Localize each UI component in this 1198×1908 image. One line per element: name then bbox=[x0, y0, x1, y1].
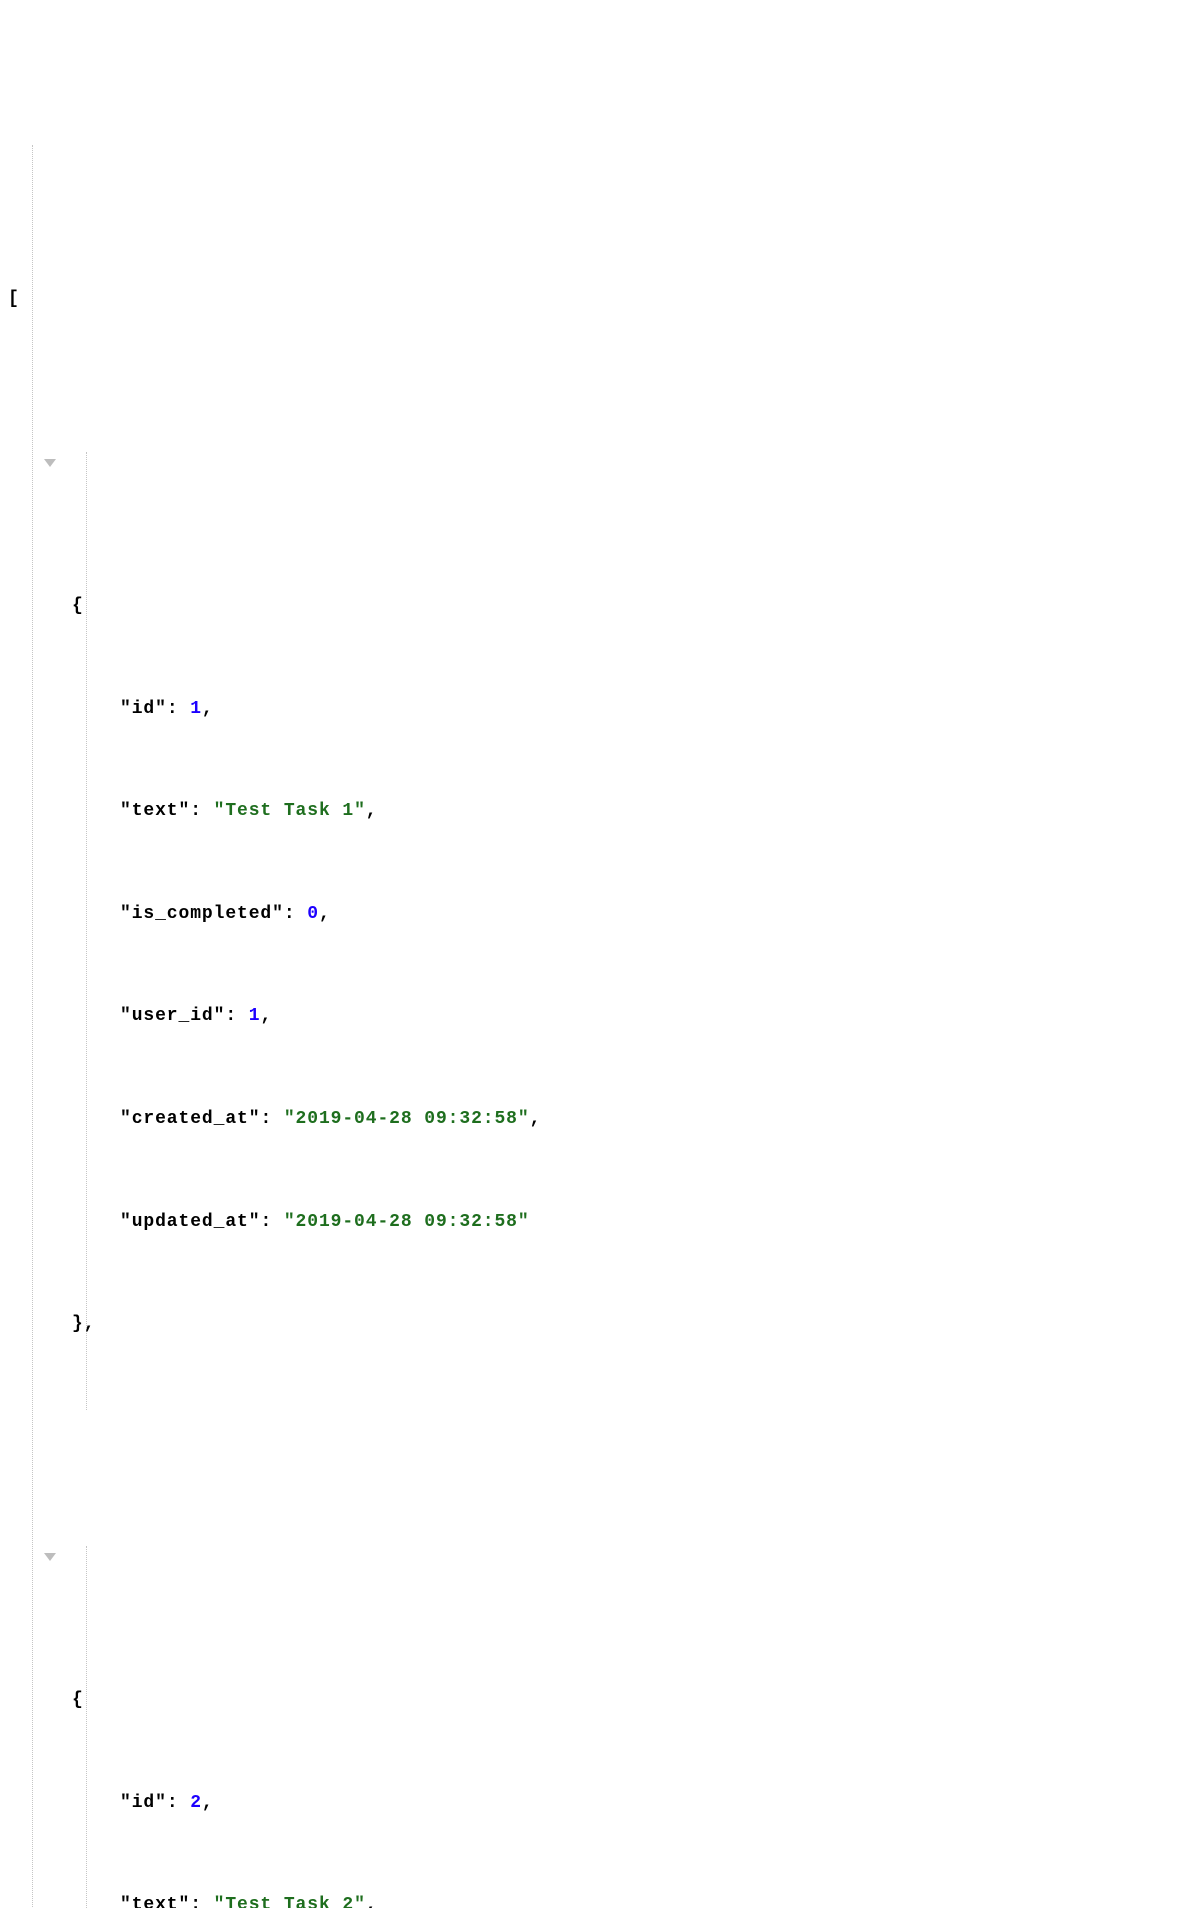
json-key-value: "created_at": "2019-04-28 09:32:58", bbox=[8, 1102, 1190, 1136]
json-key: updated_at bbox=[132, 1212, 249, 1232]
object-open-brace: { bbox=[8, 589, 1190, 623]
json-string-value: Test Task 2 bbox=[225, 1895, 354, 1908]
json-key: id bbox=[132, 1793, 155, 1813]
array-open-bracket: [ bbox=[8, 282, 1190, 316]
json-key-value: "text": "Test Task 2", bbox=[8, 1888, 1190, 1908]
json-object: { "id": 2, "text": "Test Task 2", "is_co… bbox=[8, 1546, 1190, 1908]
json-object: { "id": 1, "text": "Test Task 1", "is_co… bbox=[8, 452, 1190, 1409]
object-close-brace: }, bbox=[8, 1307, 1190, 1341]
json-number-value: 1 bbox=[190, 699, 202, 719]
json-key-value: "id": 1, bbox=[8, 692, 1190, 726]
json-number-value: 2 bbox=[190, 1793, 202, 1813]
json-key: text bbox=[132, 1895, 179, 1908]
json-key-value: "user_id": 1, bbox=[8, 999, 1190, 1033]
collapse-toggle-icon[interactable] bbox=[44, 1553, 56, 1561]
json-key-value: "is_completed": 0, bbox=[8, 897, 1190, 931]
json-number-value: 1 bbox=[249, 1006, 261, 1026]
json-string-value: Test Task 1 bbox=[225, 801, 354, 821]
json-key: text bbox=[132, 801, 179, 821]
json-key: created_at bbox=[132, 1109, 249, 1129]
json-number-value: 0 bbox=[307, 904, 319, 924]
json-viewer: [ { "id": 1, "text": "Test Task 1", "is_… bbox=[8, 145, 1190, 1908]
json-key-value: "id": 2, bbox=[8, 1786, 1190, 1820]
json-key: user_id bbox=[132, 1006, 214, 1026]
json-key: id bbox=[132, 699, 155, 719]
json-string-value: 2019-04-28 09:32:58 bbox=[296, 1212, 518, 1232]
json-key-value: "updated_at": "2019-04-28 09:32:58" bbox=[8, 1205, 1190, 1239]
json-key-value: "text": "Test Task 1", bbox=[8, 794, 1190, 828]
collapse-toggle-icon[interactable] bbox=[44, 459, 56, 467]
json-string-value: 2019-04-28 09:32:58 bbox=[296, 1109, 518, 1129]
object-open-brace: { bbox=[8, 1683, 1190, 1717]
json-key: is_completed bbox=[132, 904, 272, 924]
